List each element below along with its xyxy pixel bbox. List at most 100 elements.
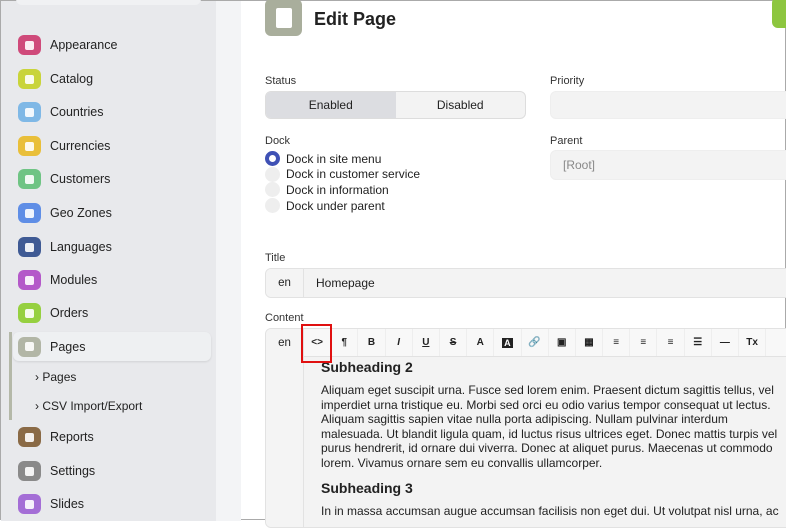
content-label: Content [265,312,304,324]
user-icon [18,169,41,189]
title-lang: en [266,269,304,297]
background-color-glyph: A [502,337,513,348]
status-toggle[interactable]: Enabled Disabled [265,91,526,119]
dock-option[interactable]: Dock under parent [265,198,385,214]
sidebar-item-geo-zones[interactable]: Geo Zones [18,201,112,225]
dock-option[interactable]: Dock in customer service [265,166,421,182]
money-icon [18,136,41,156]
image-icon [18,494,41,514]
cart-icon [18,303,41,323]
font-color-button[interactable]: A [467,329,495,356]
sidebar: Appearance Catalog Countries Currencies Cust… [1,0,216,521]
subitem-label: Pages [42,370,77,384]
sidebar-item-orders[interactable]: Orders [18,301,88,325]
content-heading: Subheading 3 [321,480,413,496]
sidebar-item-label: Pages [50,339,86,354]
page-icon [265,0,302,36]
dock-label: Dock [265,135,291,147]
search-box[interactable] [16,0,201,5]
content-paragraph: In in massa accumsan augue accumsan faci… [321,504,779,518]
sidebar-item-label: Slides [50,497,85,511]
sidebar-item-label: Geo Zones [50,206,112,220]
status-label: Status [265,75,297,87]
radio-button[interactable] [265,166,280,182]
sidebar-item-label: Orders [50,306,89,320]
pie-chart-icon [18,427,41,447]
sidebar-item-slides[interactable]: Slides [18,492,84,516]
image-button[interactable]: ▣ [549,329,576,356]
italic-button[interactable]: I [386,329,413,356]
sidebar-item-label: Countries [50,105,104,119]
align-right-button[interactable]: ≡ [657,329,685,356]
title-label: Title [265,252,286,264]
radio-label: Dock in information [286,182,389,197]
horizontal-rule-button[interactable]: — [712,329,739,356]
active-indicator [9,332,12,420]
radio-button[interactable] [265,151,280,166]
priority-label: Priority [550,75,585,87]
table-button[interactable]: ▦ [576,329,604,356]
underline-button[interactable]: U [413,329,440,356]
sidebar-item-customers[interactable]: Customers [18,167,110,191]
editor-content[interactable]: Subheading 2 Aliquam eget suscipit urna.… [304,357,786,527]
parent-select[interactable]: [Root] [550,150,786,180]
cogs-icon [18,461,41,481]
radio-button[interactable] [265,198,280,214]
align-left-button[interactable]: ≡ [603,329,631,356]
divider [216,1,241,521]
sidebar-item-label: Reports [50,430,94,444]
content-lang: en [266,329,304,527]
globe-icon [18,203,41,223]
background-color-button[interactable]: A [494,329,522,356]
sidebar-item-pages[interactable]: Pages [13,332,211,361]
subitem-csv[interactable]: › CSV Import/Export [35,399,142,413]
sidebar-item-label: Currencies [50,139,111,153]
sidebar-item-label: Modules [50,273,98,287]
status-disabled[interactable]: Disabled [396,92,526,118]
file-icon [18,336,41,357]
sidebar-item-currencies[interactable]: Currencies [18,134,110,158]
comments-icon [18,237,41,257]
radio-label: Dock in site menu [286,151,382,166]
clear-format-button[interactable]: Tx [739,329,767,356]
sidebar-item-appearance[interactable]: Appearance [18,33,117,57]
title-field: en Homepage [265,268,786,298]
dock-option[interactable]: Dock in site menu [265,151,381,166]
sidebar-item-label: Customers [50,172,111,186]
cube-icon [18,270,41,290]
appearance-icon [18,35,41,55]
link-button[interactable]: 🔗 [522,329,549,356]
dock-option[interactable]: Dock in information [265,182,389,198]
highlight-box [301,324,332,363]
save-button[interactable] [772,0,786,28]
sidebar-item-label: Settings [50,464,96,478]
priority-input[interactable] [550,91,786,119]
sidebar-item-languages[interactable]: Languages [18,235,112,259]
radio-button[interactable] [265,182,280,198]
sidebar-item-label: Catalog [50,72,94,86]
parent-label: Parent [550,135,583,147]
bullet-list-button[interactable]: ☰ [685,329,712,356]
sidebar-item-label: Appearance [50,38,118,52]
bold-button[interactable]: B [358,329,386,356]
subitem-pages[interactable]: › Pages [35,370,76,384]
catalog-icon [18,69,41,89]
sidebar-item-catalog[interactable]: Catalog [18,67,93,91]
radio-label: Dock in customer service [286,167,421,182]
strikethrough-button[interactable]: S [440,329,468,356]
sidebar-item-reports[interactable]: Reports [18,425,94,449]
radio-label: Dock under parent [286,198,385,213]
paragraph-button[interactable]: ¶ [331,329,359,356]
sidebar-item-modules[interactable]: Modules [18,268,97,292]
content-editor: en <> ¶ B I U S A A 🔗 ▣ ▦ ≡ ≡ ≡ ☰ — Tx Subheading 2 Aliq… [265,328,786,528]
sidebar-item-countries[interactable]: Countries [18,100,104,124]
status-enabled[interactable]: Enabled [266,92,396,118]
content-heading: Subheading 2 [321,359,413,375]
subitem-label: CSV Import/Export [42,399,143,413]
title-input[interactable]: Homepage [304,269,786,297]
align-center-button[interactable]: ≡ [630,329,658,356]
content-paragraph: Aliquam eget suscipit urna. Fusce sed lo… [321,383,778,470]
flag-icon [18,102,41,122]
sidebar-item-settings[interactable]: Settings [18,459,95,483]
editor-toolbar: <> ¶ B I U S A A 🔗 ▣ ▦ ≡ ≡ ≡ ☰ — Tx [304,329,786,357]
